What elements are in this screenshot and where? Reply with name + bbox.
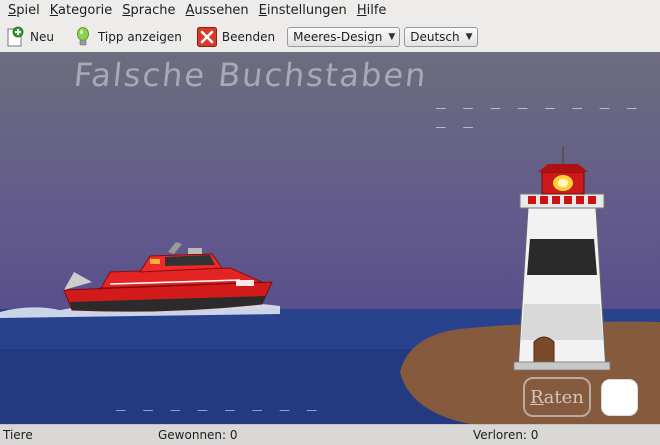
- lighthouse: [513, 146, 611, 371]
- menubar: Spiel Kategorie Sprache Aussehen Einstel…: [0, 0, 660, 22]
- menu-hilfe[interactable]: Hilfe: [352, 0, 392, 22]
- wrong-letters-title: Falsche Buchstaben: [72, 56, 430, 94]
- menu-aussehen-label: ussehen: [194, 3, 249, 18]
- menu-sprache-label: prache: [130, 3, 176, 18]
- menu-aussehen[interactable]: Aussehen: [181, 0, 254, 22]
- status-category: Tiere: [3, 428, 33, 442]
- status-won: Gewonnen: 0: [158, 428, 238, 442]
- word-slots: _ _ _ _ _ _ _ _: [116, 392, 321, 411]
- show-hint-label: Tipp anzeigen: [97, 30, 182, 44]
- toolbar: Neu Tipp anzeigen Beenden Meeres-Design …: [0, 22, 660, 52]
- lightbulb-icon: [72, 26, 94, 48]
- show-hint-button[interactable]: Tipp anzeigen: [72, 24, 182, 50]
- new-game-button[interactable]: Neu: [4, 24, 54, 50]
- language-select[interactable]: Deutsch ▼: [404, 27, 478, 47]
- menu-einstellungen[interactable]: Einstellungen: [254, 0, 352, 22]
- guess-button[interactable]: Raten: [523, 377, 591, 417]
- guess-label: aten: [543, 386, 584, 408]
- document-new-icon: [4, 26, 26, 48]
- new-game-label: Neu: [30, 30, 54, 44]
- quit-label: Beenden: [221, 30, 276, 44]
- language-select-value: Deutsch: [410, 30, 460, 44]
- menu-kategorie-mnemonic: K: [49, 3, 59, 18]
- theme-select-value: Meeres-Design: [293, 30, 383, 44]
- menu-einstellungen-label: instellungen: [266, 3, 347, 18]
- menu-spiel[interactable]: Spiel: [3, 0, 45, 22]
- menu-hilfe-label: ilfe: [366, 3, 387, 18]
- menu-kategorie[interactable]: Kategorie: [45, 0, 118, 22]
- letter-input[interactable]: [601, 379, 638, 416]
- status-lost: Verloren: 0: [473, 428, 539, 442]
- rescue-boat: [63, 242, 273, 312]
- close-icon: [196, 26, 218, 48]
- menu-spiel-label: piel: [16, 3, 40, 18]
- menu-kategorie-label: ategorie: [58, 3, 113, 18]
- game-scene: Falsche Buchstaben _ _ _ _ _ _ _ _ _ _ _…: [0, 52, 660, 424]
- chevron-down-icon: ▼: [465, 32, 473, 42]
- theme-select[interactable]: Meeres-Design ▼: [287, 27, 401, 47]
- menu-sprache-mnemonic: S: [122, 3, 131, 18]
- chevron-down-icon: ▼: [388, 32, 396, 42]
- statusbar: Tiere Gewonnen: 0 Verloren: 0: [0, 424, 660, 445]
- menu-hilfe-mnemonic: H: [356, 3, 367, 18]
- guess-mnemonic: R: [530, 386, 544, 408]
- menu-einstellungen-mnemonic: E: [258, 3, 267, 18]
- menu-sprache[interactable]: Sprache: [117, 0, 180, 22]
- quit-button[interactable]: Beenden: [196, 24, 275, 50]
- wrong-letters-slots: _ _ _ _ _ _ _ _ _ _: [436, 90, 641, 128]
